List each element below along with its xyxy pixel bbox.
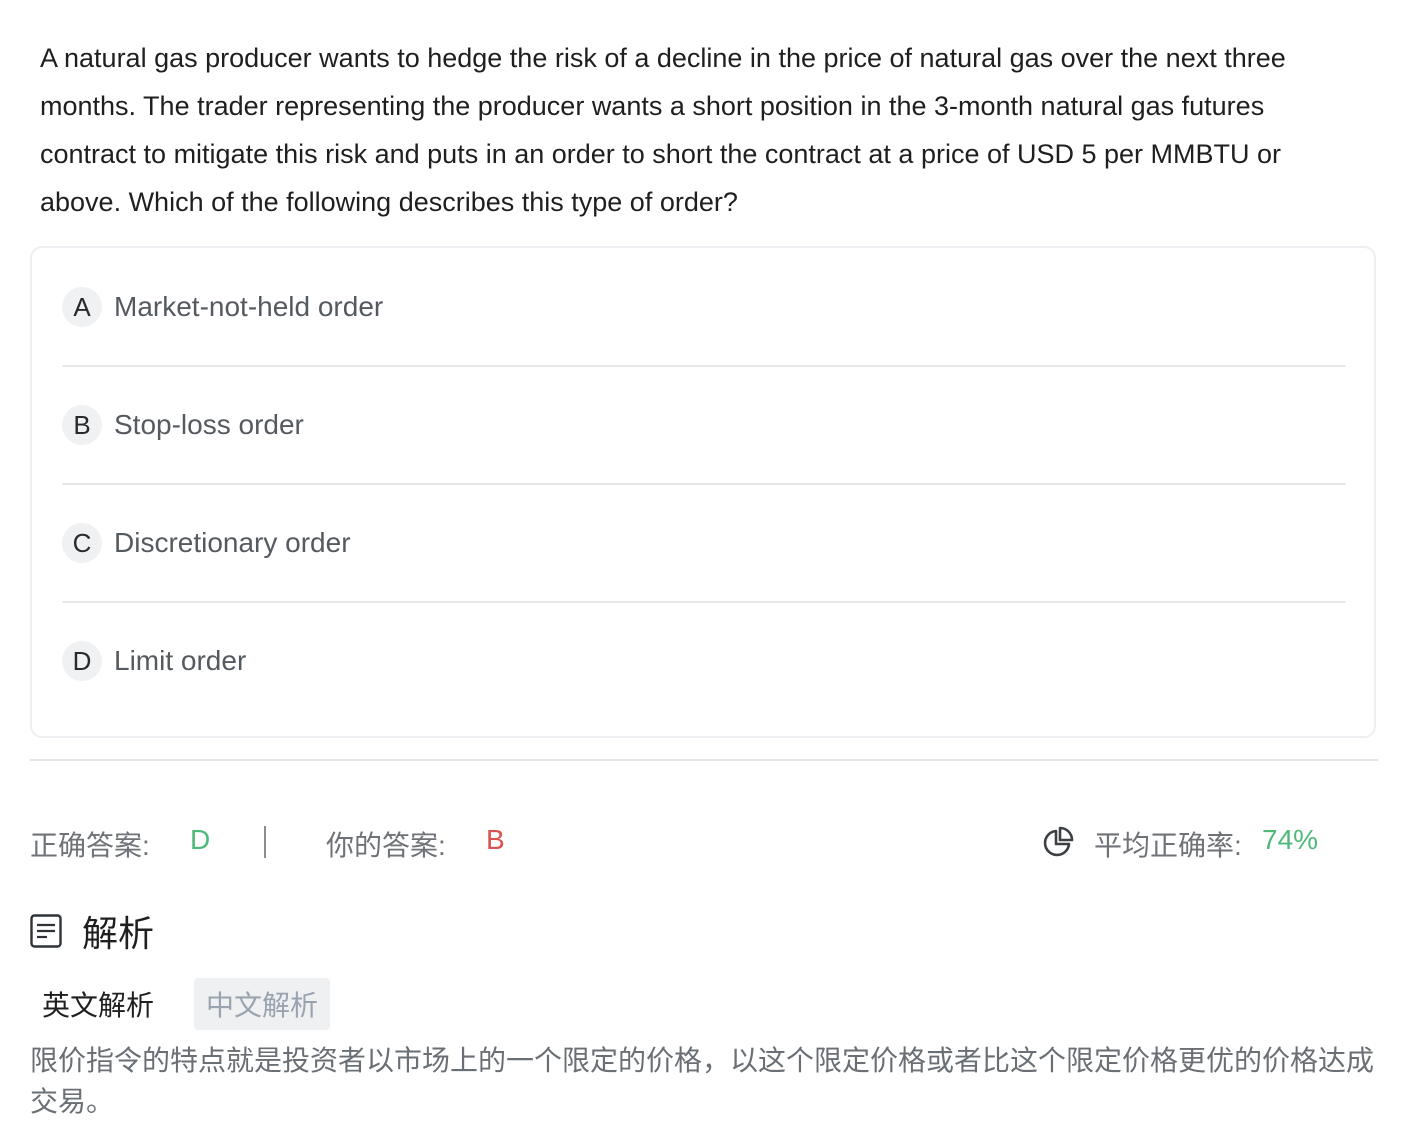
options-card: A Market-not-held order B Stop-loss orde… — [30, 246, 1376, 738]
average-rate-label: 平均正确率: — [1094, 830, 1242, 861]
option-b[interactable]: B Stop-loss order — [62, 366, 1346, 484]
answer-summary: 正确答案: D 你的答案: B 平均正确率: 74% — [0, 820, 1408, 864]
your-answer-value: B — [486, 824, 505, 855]
answer-separator — [264, 826, 266, 858]
tab-chinese-analysis[interactable]: 中文解析 — [194, 978, 331, 1030]
option-c[interactable]: C Discretionary order — [62, 484, 1346, 602]
analysis-tabs: 英文解析 中文解析 — [30, 978, 331, 1030]
your-answer-label: 你的答案: — [326, 830, 446, 861]
option-text: Discretionary order — [114, 527, 351, 558]
correct-answer-value: D — [190, 824, 211, 855]
tab-english-analysis[interactable]: 英文解析 — [30, 978, 166, 1030]
average-rate-value: 74% — [1262, 824, 1319, 855]
option-text: Stop-loss order — [114, 409, 304, 440]
option-a[interactable]: A Market-not-held order — [62, 248, 1346, 366]
document-icon — [30, 914, 62, 948]
option-letter: B — [62, 405, 102, 445]
option-letter: D — [62, 641, 102, 681]
pie-chart-icon — [1043, 826, 1074, 857]
option-letter: C — [62, 523, 102, 563]
analysis-title: 解析 — [82, 913, 155, 954]
question-text: A natural gas producer wants to hedge th… — [40, 43, 1286, 217]
option-text: Limit order — [114, 645, 247, 676]
option-d[interactable]: D Limit order — [62, 602, 1346, 720]
correct-answer-label: 正确答案: — [30, 830, 150, 861]
section-divider — [30, 759, 1378, 761]
analysis-text: 限价指令的特点就是投资者以市场上的一个限定的价格，以这个限定价格或者比这个限定价… — [30, 1045, 1375, 1117]
analysis-header: 解析 — [30, 908, 154, 954]
option-text: Market-not-held order — [114, 291, 384, 322]
option-letter: A — [62, 287, 102, 327]
